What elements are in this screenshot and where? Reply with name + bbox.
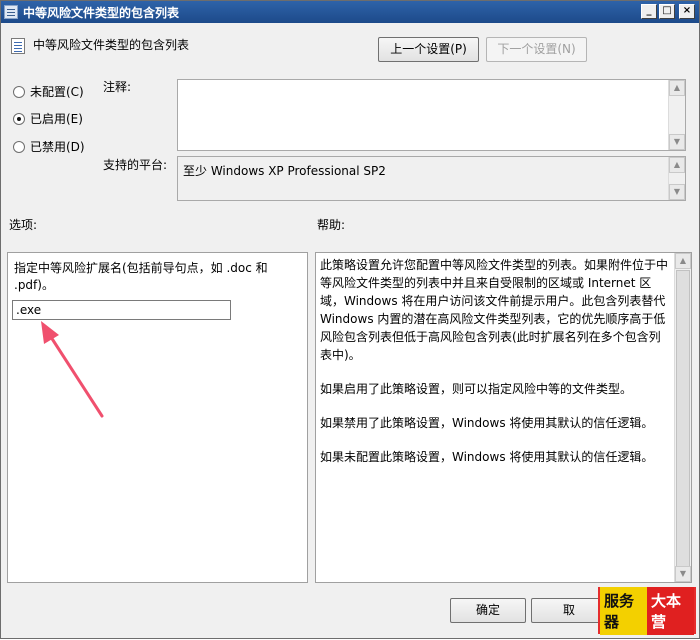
watermark-part1: 服务器 bbox=[600, 586, 647, 635]
annotation-arrow-icon bbox=[41, 321, 104, 418]
policy-dialog-window: 中等风险文件类型的包含列表 _ □ × 中等风险文件类型的包含列表 上一个设置(… bbox=[0, 0, 700, 639]
watermark-logo: 服务器 大本营 bbox=[598, 586, 696, 635]
watermark-part2: 大本营 bbox=[647, 586, 694, 635]
